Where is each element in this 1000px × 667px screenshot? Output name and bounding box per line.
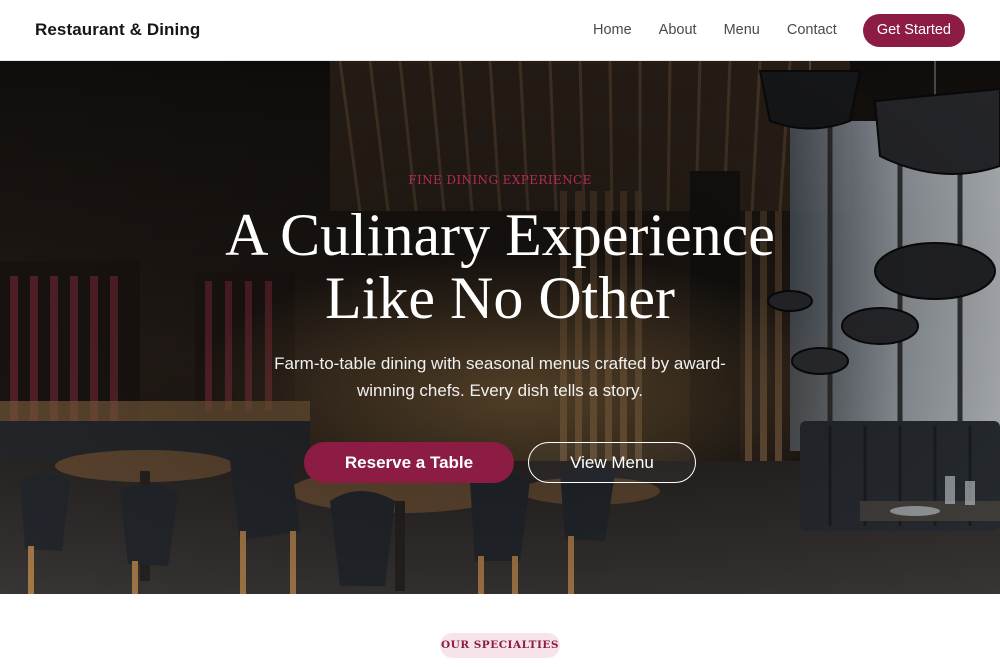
hero-title-line-2: Like No Other [325, 265, 675, 331]
hero-title-line-1: A Culinary Experience [225, 202, 775, 268]
nav-link-menu[interactable]: Menu [724, 22, 760, 38]
top-navbar: Restaurant & Dining Home About Menu Cont… [0, 0, 1000, 61]
specialties-badge: OUR SPECIALTIES [440, 633, 560, 658]
nav-link-contact[interactable]: Contact [787, 22, 837, 38]
view-menu-button[interactable]: View Menu [528, 442, 696, 483]
specialties-section: OUR SPECIALTIES [0, 594, 1000, 667]
hero-section: FINE DINING EXPERIENCE A Culinary Experi… [0, 61, 1000, 594]
hero-button-group: Reserve a Table View Menu [0, 442, 1000, 483]
nav-link-about[interactable]: About [659, 22, 697, 38]
hero-title: A Culinary Experience Like No Other [0, 204, 1000, 330]
hero-eyebrow: FINE DINING EXPERIENCE [408, 173, 592, 187]
nav-link-home[interactable]: Home [593, 22, 632, 38]
site-brand[interactable]: Restaurant & Dining [35, 20, 200, 40]
get-started-button[interactable]: Get Started [862, 13, 965, 47]
reserve-table-button[interactable]: Reserve a Table [304, 442, 514, 483]
hero-content: FINE DINING EXPERIENCE A Culinary Experi… [0, 61, 1000, 594]
hero-subtitle: Farm-to-table dining with seasonal menus… [274, 354, 726, 400]
main-nav: Home About Menu Contact [593, 22, 837, 38]
